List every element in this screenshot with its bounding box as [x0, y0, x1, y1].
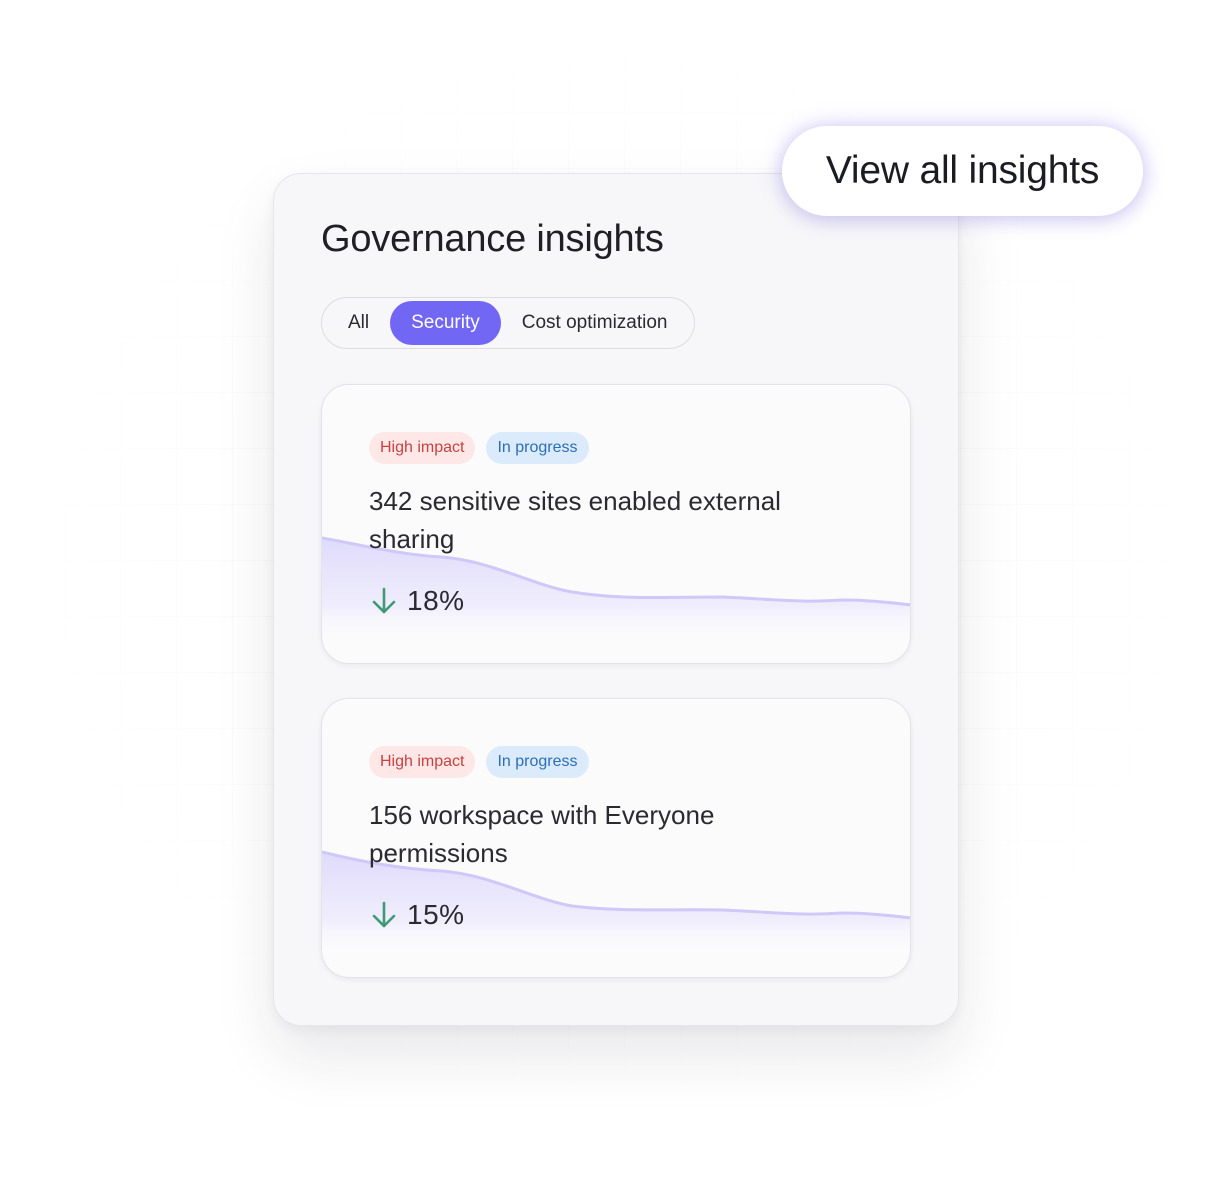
- arrow-down-icon: [372, 901, 396, 928]
- tab-all[interactable]: All: [327, 301, 390, 345]
- view-all-insights-button[interactable]: View all insights: [782, 126, 1143, 216]
- arrow-down-icon: [372, 587, 396, 614]
- insight-description: 156 workspace with Everyone permissions: [369, 800, 715, 868]
- change-percent: 18%: [407, 585, 465, 616]
- insight-description: 342 sensitive sites enabled external sha…: [369, 486, 781, 554]
- high-impact-badge: High impact: [369, 432, 476, 464]
- status-badge: In progress: [486, 432, 589, 464]
- trend-metric: 15%: [369, 899, 465, 931]
- governance-insights-panel: Governance insights All Security Cost op…: [273, 173, 959, 1026]
- badge-group: High impact In progress: [369, 432, 589, 464]
- panel-title: Governance insights: [321, 218, 664, 260]
- badge-group: High impact In progress: [369, 746, 589, 778]
- tab-cost-optimization[interactable]: Cost optimization: [501, 301, 689, 345]
- status-badge: In progress: [486, 746, 589, 778]
- tab-security[interactable]: Security: [390, 301, 501, 345]
- high-impact-badge: High impact: [369, 746, 476, 778]
- trend-metric: 18%: [369, 585, 465, 617]
- change-percent: 15%: [407, 899, 465, 930]
- insight-card[interactable]: High impact In progress 342 sensitive si…: [321, 384, 911, 664]
- filter-tabs: All Security Cost optimization: [321, 297, 695, 349]
- insight-card[interactable]: High impact In progress 156 workspace wi…: [321, 698, 911, 978]
